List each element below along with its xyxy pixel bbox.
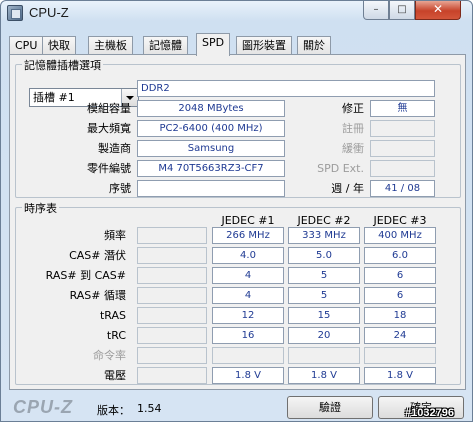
maximize-button[interactable]: □ — [389, 1, 415, 20]
timing-cell-jedec3: 6 — [364, 267, 436, 284]
timing-cell-jedec2: 15 — [288, 307, 360, 324]
timing-cell-jedec1: 16 — [212, 327, 284, 344]
timing-row-label: CAS# 潛伏 — [69, 249, 126, 262]
timing-cell-jedec3: 6 — [364, 287, 436, 304]
timing-row-label: tRAS — [99, 309, 126, 322]
slot-group-legend: 記憶體插槽選項 — [22, 57, 103, 73]
timing-cell-jedec1: 12 — [212, 307, 284, 324]
timing-row-label: 頻率 — [104, 229, 126, 242]
registered-value — [370, 120, 435, 137]
part-number-label: 零件編號 — [87, 162, 131, 175]
module-size-value: 2048 MBytes — [137, 100, 285, 117]
timing-row-spacer — [137, 227, 207, 244]
window-title: CPU-Z — [29, 5, 69, 20]
timing-row-spacer — [137, 287, 207, 304]
column-header-jedec2: JEDEC #2 — [297, 214, 351, 227]
timing-cell-jedec3: 400 MHz — [364, 227, 436, 244]
buffered-label: 緩衝 — [342, 142, 364, 155]
timing-cell-jedec2 — [288, 347, 360, 364]
module-size-label: 模組容量 — [87, 102, 131, 115]
timing-row-spacer — [137, 267, 207, 284]
week-year-label: 週 / 年 — [331, 182, 364, 195]
timing-cell-jedec3: 18 — [364, 307, 436, 324]
timing-cell-jedec3: 6.0 — [364, 247, 436, 264]
tab-cache[interactable]: 快取 — [42, 36, 76, 55]
timing-row-spacer — [137, 327, 207, 344]
timings-table-group: 時序表 JEDEC #1 JEDEC #2 JEDEC #3 頻率 266 MHz… — [15, 200, 461, 385]
week-year-value: 41 / 08 — [370, 180, 435, 197]
tab-mainboard[interactable]: 主機板 — [88, 36, 133, 55]
validate-button[interactable]: 驗證 — [287, 396, 373, 419]
timing-cell-jedec3 — [364, 347, 436, 364]
timing-cell-jedec2: 5.0 — [288, 247, 360, 264]
timing-row-label: RAS# 到 CAS# — [45, 269, 126, 282]
part-number-value: M4 70T5663RZ3-CF7 — [137, 160, 285, 177]
timing-cell-jedec1: 4 — [212, 287, 284, 304]
timing-cell-jedec3: 1.8 V — [364, 367, 436, 384]
tab-memory[interactable]: 記憶體 — [143, 36, 188, 55]
serial-value — [137, 180, 285, 197]
cpuz-logo: CPU-Z — [13, 397, 73, 417]
minimize-button[interactable]: – — [363, 1, 389, 20]
column-header-jedec1: JEDEC #1 — [221, 214, 275, 227]
timing-row-spacer — [137, 247, 207, 264]
watermark-text: #1032796 — [405, 407, 454, 419]
timing-cell-jedec3: 24 — [364, 327, 436, 344]
timings-legend: 時序表 — [22, 200, 59, 216]
timing-row-label: 命令率 — [93, 349, 126, 362]
registered-label: 註冊 — [342, 122, 364, 135]
tab-graphics[interactable]: 圖形裝置 — [236, 36, 292, 55]
timing-row-label: tRC — [106, 329, 126, 342]
serial-label: 序號 — [109, 182, 131, 195]
correction-label: 修正 — [342, 102, 364, 115]
timing-row-label: 電壓 — [104, 369, 126, 382]
tab-cpu[interactable]: CPU — [9, 36, 44, 55]
timing-cell-jedec2: 5 — [288, 287, 360, 304]
timing-cell-jedec2: 333 MHz — [288, 227, 360, 244]
spd-ext-value — [370, 160, 435, 177]
timing-cell-jedec2: 1.8 V — [288, 367, 360, 384]
manufacturer-label: 製造商 — [98, 142, 131, 155]
timing-cell-jedec1: 1.8 V — [212, 367, 284, 384]
manufacturer-value: Samsung — [137, 140, 285, 157]
version-label: 版本： — [97, 404, 130, 417]
correction-value: 無 — [370, 100, 435, 117]
timing-row-spacer — [137, 367, 207, 384]
memory-type-field: DDR2 — [137, 80, 435, 97]
timing-row-spacer — [137, 347, 207, 364]
buffered-value — [370, 140, 435, 157]
timing-cell-jedec2: 5 — [288, 267, 360, 284]
title-bar[interactable]: CPU-Z – □ ✕ — [1, 1, 472, 25]
column-header-jedec3: JEDEC #3 — [373, 214, 427, 227]
timing-cell-jedec1 — [212, 347, 284, 364]
timing-cell-jedec1: 4.0 — [212, 247, 284, 264]
timing-cell-jedec2: 20 — [288, 327, 360, 344]
version-value: 1.54 — [137, 402, 162, 415]
tab-about[interactable]: 關於 — [297, 36, 331, 55]
cpuz-app-icon — [7, 5, 23, 21]
timing-row-label: RAS# 循環 — [69, 289, 126, 302]
spd-panel: 記憶體插槽選項 插槽 #1 DDR2 模組容量 2048 MBytes 最大頻寬… — [9, 54, 466, 390]
timing-row-spacer — [137, 307, 207, 324]
max-bandwidth-label: 最大頻寬 — [87, 122, 131, 135]
cpuz-window: CPU-Z – □ ✕ CPU 快取 主機板 記憶體 SPD 圖形裝置 關於 記… — [0, 0, 473, 422]
close-button[interactable]: ✕ — [415, 1, 461, 20]
timing-cell-jedec1: 266 MHz — [212, 227, 284, 244]
tab-spd[interactable]: SPD — [196, 33, 231, 56]
spd-ext-label: SPD Ext. — [317, 162, 364, 175]
max-bandwidth-value: PC2-6400 (400 MHz) — [137, 120, 285, 137]
timing-cell-jedec1: 4 — [212, 267, 284, 284]
memory-slot-group: 記憶體插槽選項 插槽 #1 DDR2 模組容量 2048 MBytes 最大頻寬… — [15, 57, 461, 198]
